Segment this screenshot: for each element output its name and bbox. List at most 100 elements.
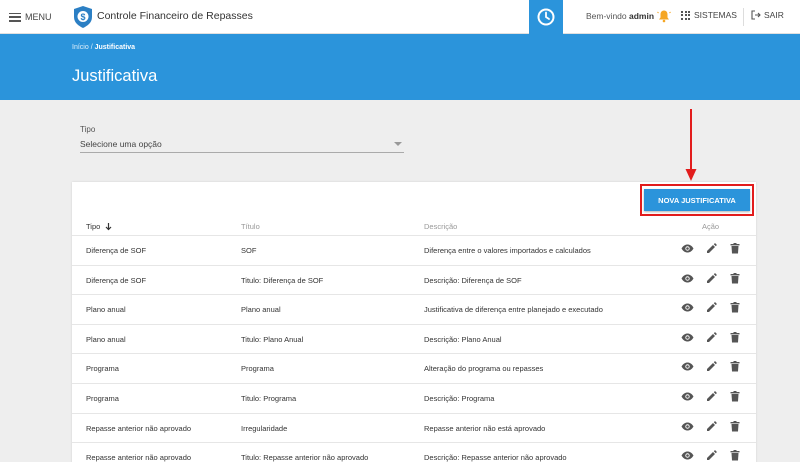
cell-titulo: Titulo: Repasse anterior não aprovado	[241, 453, 369, 462]
column-header-tipo-label: Tipo	[86, 222, 101, 231]
caret-down-icon	[394, 142, 402, 146]
logout-icon	[751, 10, 761, 20]
header-divider	[743, 8, 744, 26]
edit-icon[interactable]	[699, 420, 723, 432]
edit-icon[interactable]	[699, 272, 723, 284]
cell-descricao: Descrição: Programa	[424, 393, 495, 403]
logo-icon: $	[74, 6, 92, 28]
cell-titulo: Programa	[241, 364, 274, 374]
cell-tipo: Diferença de SOF	[86, 275, 147, 285]
trash-icon[interactable]	[723, 420, 747, 432]
justificativa-table-card: NOVA JUSTIFICATIVA Tipo Título Descrição…	[72, 182, 756, 462]
cell-titulo: SOF	[241, 246, 257, 255]
column-header-acao: Ação	[702, 222, 720, 231]
svg-text:$: $	[80, 12, 85, 22]
cell-descricao: Repasse anterior não está aprovado	[424, 423, 546, 433]
page-banner: Início / Justificativa Justificativa	[0, 34, 800, 100]
eye-icon[interactable]	[675, 451, 699, 460]
edit-icon[interactable]	[699, 450, 723, 461]
tipo-select[interactable]: Selecione uma opção	[80, 137, 404, 153]
row-actions	[675, 420, 747, 432]
eye-icon[interactable]	[675, 333, 699, 342]
eye-icon[interactable]	[675, 422, 699, 431]
edit-icon[interactable]	[699, 243, 723, 254]
top-bar: MENU $ Controle Financeiro de Repasses B…	[0, 0, 800, 34]
row-actions	[675, 331, 747, 343]
edit-icon[interactable]	[699, 391, 723, 402]
trash-icon[interactable]	[723, 390, 747, 402]
menu-button[interactable]: MENU	[9, 9, 52, 25]
grid-icon	[681, 10, 690, 20]
row-actions	[675, 272, 747, 284]
row-actions	[675, 390, 747, 402]
cell-descricao: Justificativa de diferença entre planeja…	[424, 305, 603, 315]
trash-icon[interactable]	[723, 272, 747, 284]
tipo-label: Tipo	[80, 125, 96, 134]
app-title: Controle Financeiro de Repasses	[97, 10, 253, 22]
cell-tipo: Plano anual	[86, 334, 126, 344]
sort-arrow-icon	[105, 223, 112, 231]
column-header-titulo[interactable]: Título	[241, 222, 260, 231]
breadcrumb: Início / Justificativa	[72, 44, 135, 51]
trash-icon[interactable]	[723, 450, 747, 461]
edit-icon[interactable]	[699, 361, 723, 372]
table-row: Plano anual Plano anual Justificativa de d…	[72, 294, 756, 324]
cell-descricao: Alteração do programa ou repasses	[424, 364, 544, 374]
table-row: Programa Titulo: Programa Descrição: Progr…	[72, 382, 756, 413]
sistemas-label: SISTEMAS	[694, 10, 737, 20]
cell-tipo: Plano anual	[86, 305, 126, 315]
column-header-descricao[interactable]: Descrição	[424, 222, 457, 231]
row-actions	[675, 361, 747, 372]
cell-titulo: Titulo: Programa	[241, 393, 297, 403]
row-actions	[675, 302, 747, 313]
table-row: Diferença de SOF Titulo: Diferença de SOF…	[72, 264, 756, 295]
cell-descricao: Descrição: Diferença de SOF	[424, 275, 522, 285]
eye-icon[interactable]	[675, 244, 699, 253]
row-actions	[675, 450, 747, 461]
menu-icon	[9, 12, 21, 22]
column-header-tipo[interactable]: Tipo	[86, 222, 113, 231]
edit-icon[interactable]	[699, 302, 723, 313]
table-row: Plano anual Titulo: Plano Anual Descrição:…	[72, 323, 756, 354]
trash-icon[interactable]	[723, 361, 747, 372]
sair-label: SAIR	[764, 10, 784, 20]
username: admin	[629, 11, 655, 21]
eye-icon[interactable]	[675, 392, 699, 401]
trash-icon[interactable]	[723, 243, 747, 254]
cell-descricao: Descrição: Plano Anual	[424, 334, 502, 344]
welcome-text: Bem-vindo admin	[586, 11, 654, 21]
cell-titulo: Titulo: Plano Anual	[241, 334, 304, 344]
welcome-prefix: Bem-vindo	[586, 11, 627, 21]
page-title: Justificativa	[72, 67, 158, 85]
cell-titulo: Plano anual	[241, 305, 281, 315]
cell-titulo: Titulo: Diferença de SOF	[241, 275, 324, 285]
breadcrumb-home[interactable]: Início	[72, 44, 89, 51]
tipo-select-value: Selecione uma opção	[80, 139, 162, 149]
row-actions	[675, 243, 747, 254]
sair-button[interactable]: SAIR	[751, 10, 784, 20]
cell-tipo: Programa	[86, 364, 119, 374]
annotation-arrow	[685, 109, 697, 181]
nova-justificativa-button[interactable]: NOVA JUSTIFICATIVA	[644, 189, 750, 211]
trash-icon[interactable]	[723, 302, 747, 313]
clock-icon	[537, 8, 555, 26]
cell-titulo: Irregularidade	[241, 423, 288, 433]
cell-tipo: Repasse anterior não aprovado	[86, 423, 192, 433]
cell-descricao: Descrição: Repasse anterior não aprovado	[424, 453, 567, 462]
table-row: Diferença de SOF SOF Diferença entre o val…	[72, 235, 756, 265]
cell-descricao: Diferença entre o valores importados e c…	[424, 246, 591, 255]
clock-button[interactable]	[529, 0, 563, 34]
cell-tipo: Repasse anterior não aprovado	[86, 453, 192, 462]
breadcrumb-current: Justificativa	[94, 44, 136, 51]
eye-icon[interactable]	[675, 303, 699, 312]
eye-icon[interactable]	[675, 362, 699, 371]
trash-icon[interactable]	[723, 331, 747, 343]
cell-tipo: Programa	[86, 393, 119, 403]
eye-icon[interactable]	[675, 274, 699, 283]
menu-label: MENU	[25, 12, 52, 22]
table-body: Diferença de SOF SOF Diferença entre o val…	[72, 235, 756, 462]
sistemas-button[interactable]: SISTEMAS	[681, 10, 737, 20]
edit-icon[interactable]	[699, 332, 723, 343]
breadcrumb-separator: /	[90, 44, 93, 51]
bell-icon[interactable]	[657, 9, 671, 23]
